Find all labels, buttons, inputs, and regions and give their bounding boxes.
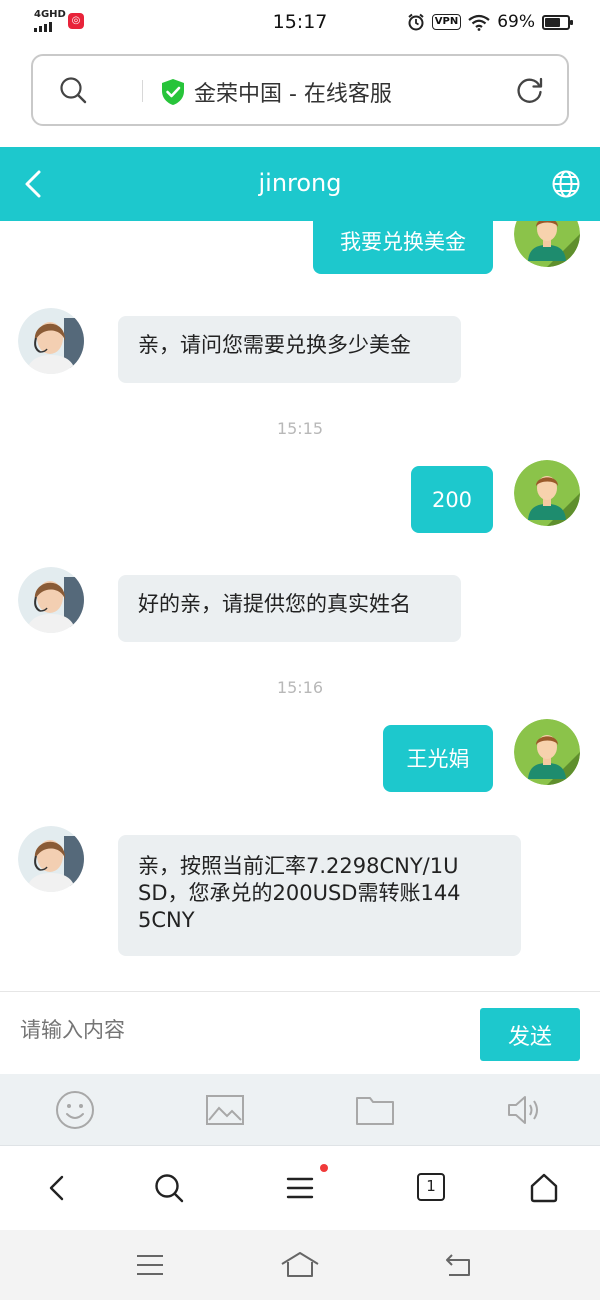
user-avatar [514, 719, 580, 785]
chat-header: jinrong [0, 147, 600, 221]
status-right: VPN 69% [407, 12, 573, 32]
folder-icon[interactable] [355, 1090, 395, 1130]
chat-title: jinrong [258, 169, 342, 197]
message-text: 王光娟 [406, 746, 470, 771]
agent-avatar-icon [18, 308, 84, 374]
message-text: 好的亲，请提供您的真实姓名 [138, 592, 411, 616]
vpn-badge: VPN [431, 14, 462, 30]
send-button[interactable]: 发送 [480, 1008, 580, 1061]
search-icon[interactable] [154, 1173, 184, 1203]
home-icon[interactable] [529, 1173, 559, 1203]
message-text: 我要兑换美金 [340, 229, 466, 254]
globe-icon[interactable] [551, 169, 581, 199]
back-icon[interactable] [44, 1173, 70, 1203]
user-avatar-icon [514, 460, 580, 526]
system-nav-bar [0, 1230, 600, 1300]
search-icon[interactable] [59, 76, 87, 104]
input-bar: 发送 [0, 991, 600, 1074]
wifi-icon [468, 14, 490, 31]
emoji-icon[interactable] [55, 1090, 95, 1130]
message-text-line: SD，您承兑的200USD需转账144 [138, 881, 461, 905]
image-icon[interactable] [205, 1090, 245, 1130]
menu-icon[interactable] [135, 1250, 165, 1280]
address-divider [142, 80, 143, 102]
message-list[interactable]: 我要兑换美金 亲，请问您需要兑换多少美金 15:15 200 好的亲，请提供您的… [0, 221, 600, 991]
menu-icon[interactable] [286, 1173, 314, 1203]
user-avatar [514, 460, 580, 526]
message-bubble-incoming: 亲，请问您需要兑换多少美金 [118, 316, 461, 383]
address-bar[interactable]: 金荣中国 - 在线客服 [31, 54, 569, 126]
agent-avatar [18, 826, 84, 892]
message-bubble-incoming: 亲，按照当前汇率7.2298CNY/1U SD，您承兑的200USD需转账144… [118, 835, 521, 956]
message-bubble-outgoing: 200 [411, 466, 493, 533]
message-bubble-incoming: 好的亲，请提供您的真实姓名 [118, 575, 461, 642]
user-avatar-icon [514, 221, 580, 267]
shield-check-icon [162, 79, 184, 105]
tabs-count-button[interactable]: 1 [417, 1173, 445, 1201]
alarm-icon [408, 13, 424, 31]
status-bar: 4GHD ◎ 15:17 VPN 69% [0, 0, 600, 46]
user-avatar-icon [514, 719, 580, 785]
user-avatar [514, 221, 580, 267]
message-input[interactable] [20, 1019, 460, 1043]
message-text: 200 [431, 487, 473, 512]
time-separator: 15:15 [276, 419, 324, 438]
speaker-icon[interactable] [505, 1090, 545, 1130]
message-bubble-outgoing: 王光娟 [383, 725, 493, 792]
time-separator: 15:16 [276, 678, 324, 697]
message-text-line: 5CNY [138, 908, 195, 932]
notification-dot [320, 1164, 328, 1172]
battery-percent: 69% [497, 12, 535, 32]
back-icon[interactable] [443, 1250, 473, 1280]
page-title[interactable]: 金荣中国 - 在线客服 [194, 76, 392, 108]
message-bubble-outgoing: 我要兑换美金 [313, 221, 493, 274]
chat-toolbar [0, 1074, 600, 1146]
agent-avatar-icon [18, 567, 84, 633]
reload-icon[interactable] [515, 75, 545, 105]
message-text-line: 亲，按照当前汇率7.2298CNY/1U [138, 854, 459, 878]
agent-avatar [18, 567, 84, 633]
battery-icon [542, 14, 573, 30]
home-icon[interactable] [280, 1250, 320, 1280]
message-text: 亲，请问您需要兑换多少美金 [138, 333, 411, 357]
agent-avatar [18, 308, 84, 374]
agent-avatar-icon [18, 826, 84, 892]
browser-nav-bar: 1 [0, 1147, 600, 1230]
